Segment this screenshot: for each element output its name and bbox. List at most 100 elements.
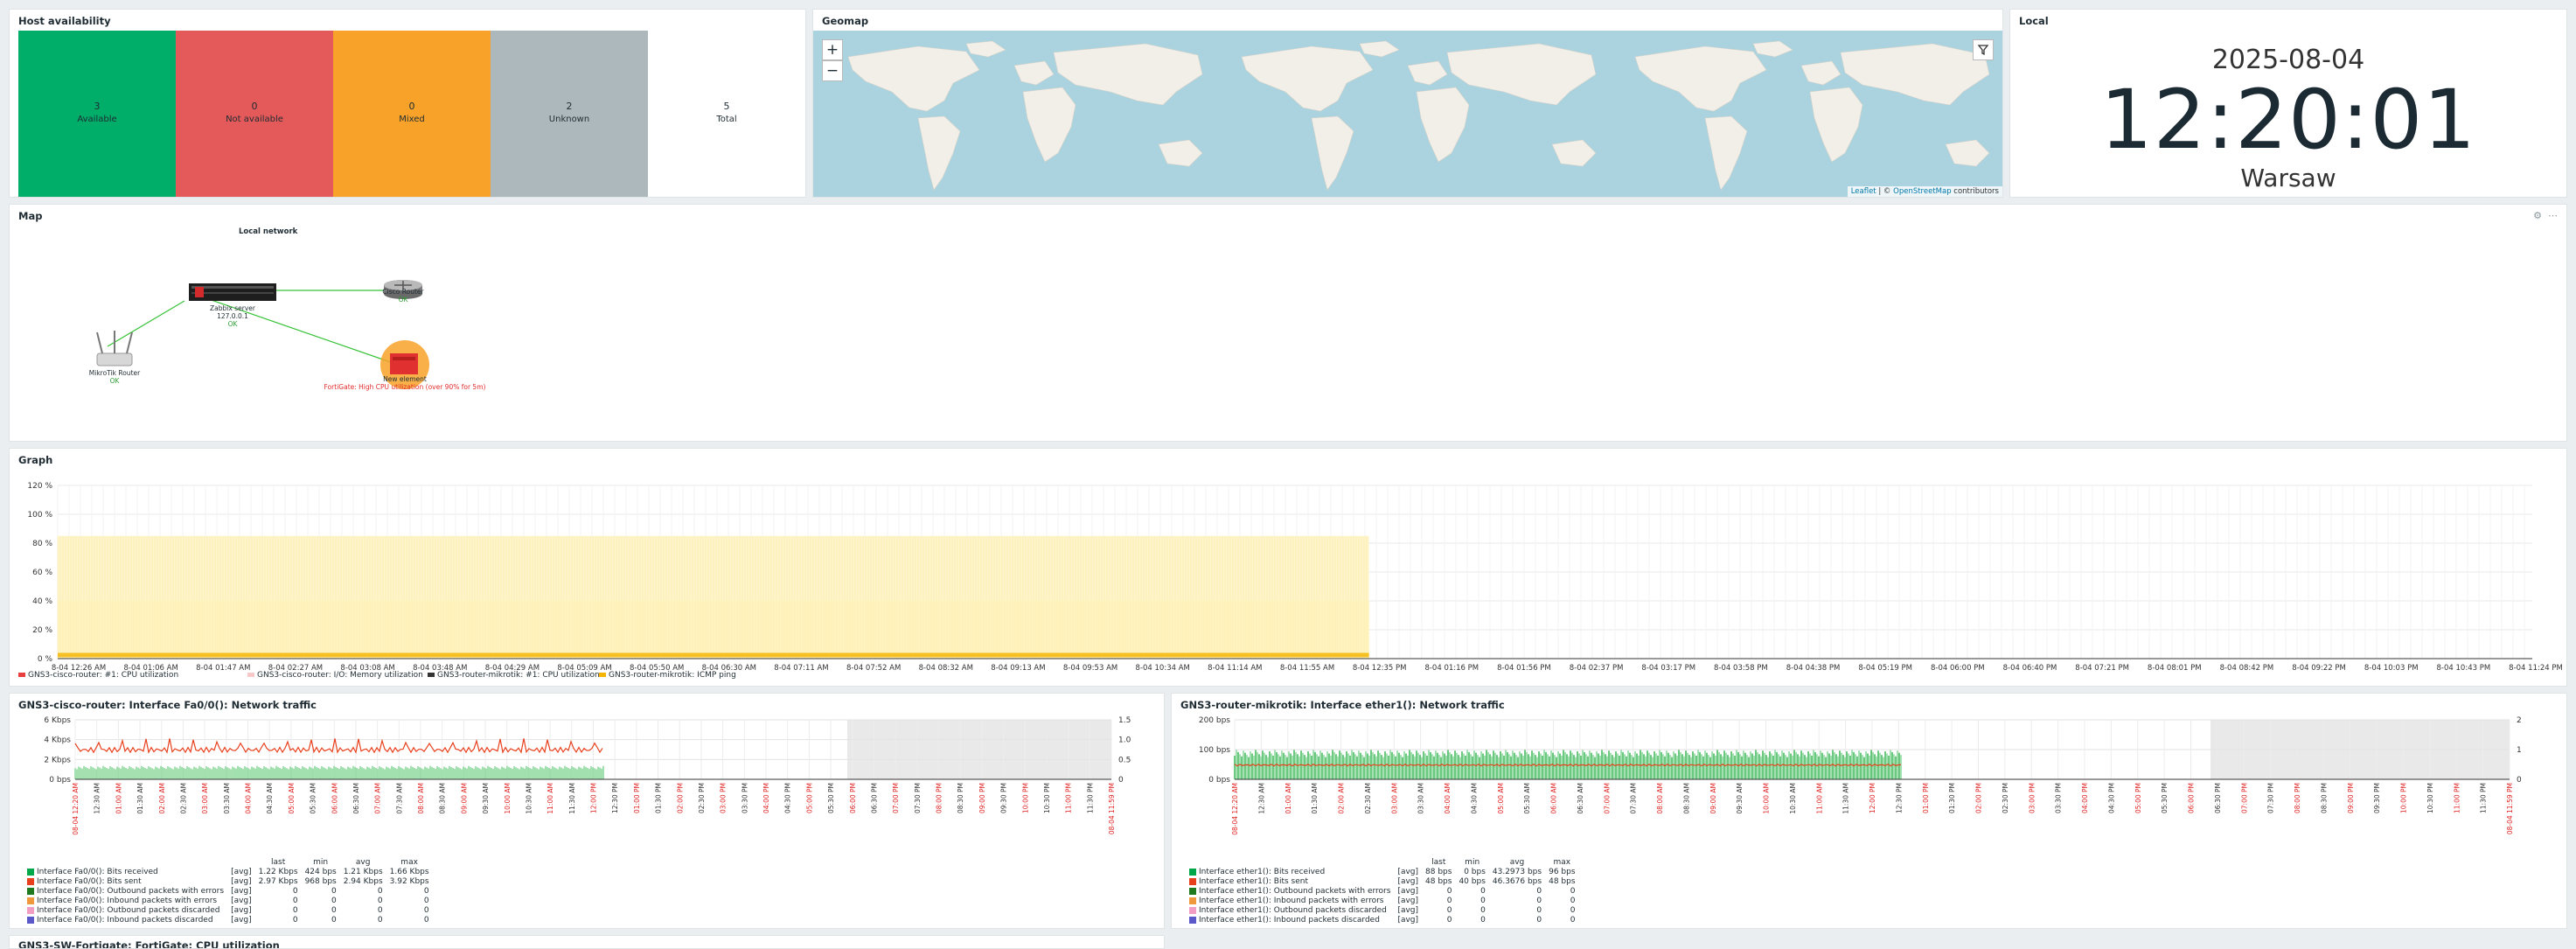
x-tick-label: 09:30 AM xyxy=(1736,783,1744,814)
leaflet-link[interactable]: Leaflet xyxy=(1851,187,1876,196)
node-status: OK xyxy=(398,296,408,304)
cell-min: 0 xyxy=(1480,897,1486,905)
series-swatch xyxy=(27,868,34,876)
wifi-router-icon xyxy=(96,331,133,366)
x-tick-label: 05:00 AM xyxy=(288,783,296,814)
ha-total[interactable]: 5 Total xyxy=(648,31,805,197)
map-node-cisco-router[interactable]: Cisco Router OK xyxy=(368,288,438,304)
cell-min: 0 xyxy=(1480,906,1486,915)
cell-min: 424 bps xyxy=(304,868,337,876)
ha-not-available[interactable]: 0 Not available xyxy=(176,31,333,197)
zoom-out-button[interactable]: − xyxy=(822,60,843,81)
cell-last: 0 xyxy=(1446,906,1452,915)
x-tick-label: 8-04 01:56 PM xyxy=(1497,664,1551,673)
x-tick-label: 12:30 PM xyxy=(611,783,619,813)
ha-count: 2 xyxy=(566,101,573,112)
x-tick-label: 08:30 PM xyxy=(957,783,964,813)
y-tick-label: 200 bps xyxy=(1199,716,1230,725)
cell-fn: [avg] xyxy=(1397,877,1419,886)
x-tick-label: 11:00 AM xyxy=(1815,783,1823,814)
more-icon[interactable]: ⋯ xyxy=(2548,210,2558,221)
cell-avg: 0 xyxy=(1536,897,1542,905)
series-swatch xyxy=(27,887,34,895)
table-row: Interface ether1(): Outbound packets dis… xyxy=(1186,906,1579,916)
map-node-new-element[interactable]: New element FortiGate: High CPU utilizat… xyxy=(317,375,492,391)
table-row: Interface Fa0/0(): Outbound packets disc… xyxy=(24,906,433,916)
y-tick-label: 40 % xyxy=(32,597,52,606)
x-tick-label: 02:30 AM xyxy=(179,783,187,814)
widget-title: GNS3-SW-Fortigate: FortiGate: CPU utiliz… xyxy=(18,939,280,949)
legend-item: GNS3-router-mikrotik: ICMP ping xyxy=(599,671,736,680)
cell-max: 0 xyxy=(423,887,429,896)
x-tick-label: 8-04 09:53 AM xyxy=(1063,664,1117,673)
world-map xyxy=(847,40,1990,191)
cell-last: 1.22 Kbps xyxy=(258,868,298,876)
x-tick-label: 8-04 10:03 PM xyxy=(2364,664,2419,673)
x-tick-label: 07:30 AM xyxy=(1630,783,1638,814)
ha-mixed[interactable]: 0 Mixed xyxy=(333,31,491,197)
graph-chart[interactable]: 120 %100 %80 %60 %40 %20 %0 %8-04 12:26 … xyxy=(10,468,2566,682)
cell-last: 0 xyxy=(1446,916,1452,925)
geomap-canvas[interactable]: + − Leaflet | © OpenStreetMap contributo… xyxy=(813,31,2002,197)
cell-last: 0 xyxy=(292,906,298,915)
x-tick-label: 03:30 PM xyxy=(2055,783,2063,813)
x-tick-label: 09:30 PM xyxy=(2373,783,2381,813)
cell-last: 0 xyxy=(292,897,298,905)
cell-fn: [avg] xyxy=(231,897,252,905)
x-tick-label: 12:30 PM xyxy=(1895,783,1903,813)
x-tick-label: 12:00 PM xyxy=(590,783,598,813)
clock-timezone: Warsaw xyxy=(2240,164,2336,192)
gear-icon[interactable]: ⚙ xyxy=(2533,210,2542,221)
y-tick-label: 6 Kbps xyxy=(44,716,71,725)
series-swatch xyxy=(1189,897,1196,904)
x-tick-label: 8-04 08:01 PM xyxy=(2148,664,2202,673)
x-tick-label: 04:30 AM xyxy=(266,783,274,814)
x-tick-label: 07:00 AM xyxy=(1603,783,1611,814)
osm-link[interactable]: OpenStreetMap xyxy=(1893,187,1951,196)
x-tick-label: 09:00 AM xyxy=(1709,783,1717,814)
table-row: Interface ether1(): Bits received [avg] 88… xyxy=(1186,868,1579,877)
ha-unknown[interactable]: 2 Unknown xyxy=(491,31,648,197)
cell-min: 0 xyxy=(331,916,337,925)
legend-item: GNS3-router-mikrotik: #1: CPU utilizatio… xyxy=(428,671,600,680)
x-tick-label: 01:00 AM xyxy=(1285,783,1292,814)
series-name: Interface Fa0/0(): Bits sent xyxy=(24,877,227,887)
ha-label: Not available xyxy=(226,115,283,124)
x-tick-label: 05:00 AM xyxy=(1497,783,1505,814)
map-node-zabbix-server[interactable]: Zabbix server 127.0.0.1 OK xyxy=(198,304,268,328)
y2-tick-label: 1.5 xyxy=(1118,716,1131,725)
series-area-band xyxy=(58,601,1369,659)
cell-last: 0 xyxy=(292,916,298,925)
x-tick-label: 04:00 AM xyxy=(245,783,253,814)
series-name: Interface Fa0/0(): Inbound packets with … xyxy=(24,897,227,906)
y2-tick-label: 1 xyxy=(2517,746,2522,755)
ha-count: 5 xyxy=(723,101,730,112)
filter-button[interactable] xyxy=(1973,39,1994,60)
cell-last: 0 xyxy=(1446,887,1452,896)
cell-min: 0 xyxy=(331,906,337,915)
x-tick-label: 04:00 PM xyxy=(762,783,770,813)
x-tick-label: 08:00 AM xyxy=(1656,783,1664,814)
widget-title: Local xyxy=(2019,15,2049,27)
series-swatch xyxy=(27,897,34,904)
zoom-in-button[interactable]: + xyxy=(822,39,843,60)
x-tick-label: 07:00 AM xyxy=(374,783,382,814)
series-name: Interface Fa0/0(): Inbound packets disca… xyxy=(24,916,227,925)
cell-fn: [avg] xyxy=(1397,906,1419,915)
series-name: Interface ether1(): Bits sent xyxy=(1186,877,1394,887)
y-tick-label: 20 % xyxy=(32,626,52,635)
series-swatch xyxy=(1189,916,1196,924)
x-tick-label: 8-04 09:13 AM xyxy=(991,664,1045,673)
cell-min: 0 xyxy=(1480,887,1486,896)
ha-count: 0 xyxy=(408,101,415,112)
attribution-rest: contributors xyxy=(1951,187,1999,196)
ha-available[interactable]: 3 Available xyxy=(18,31,176,197)
cell-avg: 46.3676 bps xyxy=(1492,877,1542,886)
map-node-mikrotik-router[interactable]: MikroTik Router OK xyxy=(80,369,150,385)
cell-max: 0 xyxy=(1570,887,1576,896)
cell-max: 3.92 Kbps xyxy=(389,877,429,886)
y-tick-label: 2 Kbps xyxy=(44,756,71,764)
y-tick-label: 0 bps xyxy=(49,776,71,785)
host-availability-grid: 3 Available 0 Not available 0 Mixed 2 Unknow… xyxy=(18,31,805,197)
x-tick-label: 01:30 AM xyxy=(1311,783,1319,814)
